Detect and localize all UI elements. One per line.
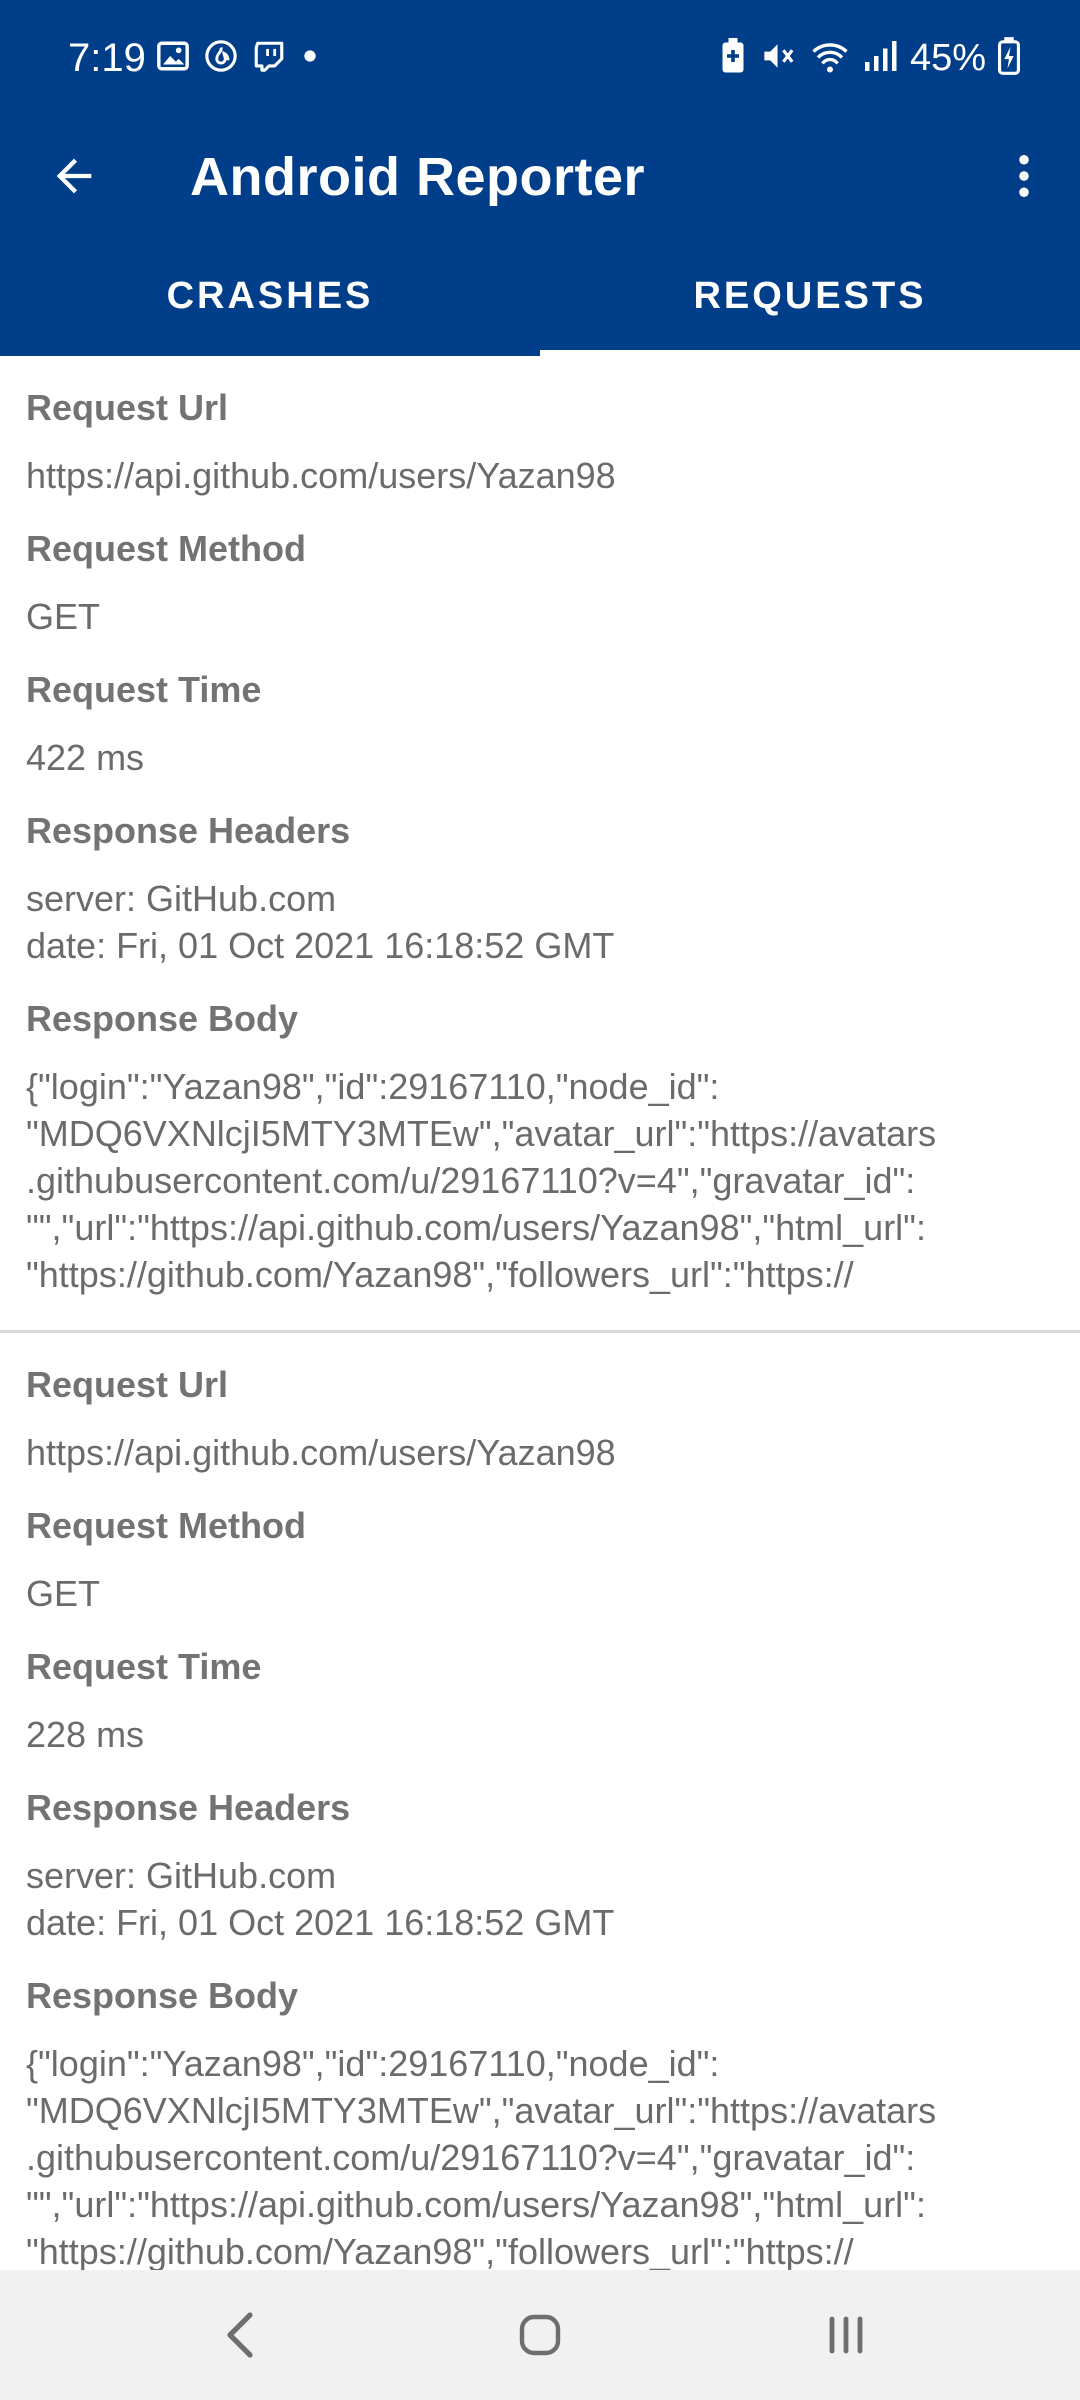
request-card[interactable]: Request Url https://api.github.com/users…: [0, 356, 1080, 1333]
twitch-icon: [252, 39, 286, 78]
status-notification-icons: [156, 36, 320, 80]
nav-back-button[interactable]: [200, 2295, 280, 2375]
battery-saver-icon: [718, 37, 748, 79]
nav-recents-icon: [829, 2316, 863, 2354]
status-time: 7:19: [68, 36, 146, 80]
wifi-icon: [810, 38, 850, 79]
app-bar: Android Reporter: [0, 116, 1080, 236]
status-bar: 7:19 45%: [0, 0, 1080, 116]
request-time-value: 422 ms: [26, 737, 145, 778]
back-button[interactable]: [42, 144, 106, 208]
tab-requests[interactable]: REQUESTS: [540, 236, 1080, 356]
request-method-value: GET: [26, 596, 101, 637]
response-headers-label: Response Headers: [26, 810, 351, 851]
screen: 7:19 45% Android Reporter CRASHES REQUES…: [0, 0, 1080, 2400]
response-body-value: {"login":"Yazan98","id":29167110,"node_i…: [26, 2043, 937, 2270]
nav-home-icon: [519, 2314, 561, 2356]
response-body-label: Response Body: [26, 1975, 299, 2016]
nav-back-icon: [227, 2312, 253, 2358]
request-url-label: Request Url: [26, 387, 229, 428]
response-headers-label: Response Headers: [26, 1787, 351, 1828]
arrow-left-icon: [56, 158, 92, 194]
overflow-menu-button[interactable]: [992, 144, 1056, 208]
request-time-label: Request Time: [26, 1646, 262, 1687]
tab-bar: CRASHES REQUESTS: [0, 236, 1080, 356]
requests-list[interactable]: Request Url https://api.github.com/users…: [0, 356, 1080, 2270]
flame-icon: [204, 39, 238, 78]
response-body-value: {"login":"Yazan98","id":29167110,"node_i…: [26, 1066, 937, 1295]
app-title: Android Reporter: [190, 147, 646, 207]
nav-home-button[interactable]: [500, 2295, 580, 2375]
request-method-label: Request Method: [26, 528, 307, 569]
request-url-value: https://api.github.com/users/Yazan98: [26, 1432, 616, 1473]
tab-crashes[interactable]: CRASHES: [0, 236, 540, 356]
request-url-label: Request Url: [26, 1364, 229, 1405]
request-method-label: Request Method: [26, 1505, 307, 1546]
tab-crashes-label: CRASHES: [166, 274, 374, 317]
tab-requests-label: REQUESTS: [693, 274, 927, 317]
mute-icon: [760, 38, 798, 79]
response-headers-value: server: GitHub.com date: Fri, 01 Oct 202…: [26, 878, 615, 966]
status-system-icons: 45%: [718, 30, 1020, 86]
system-nav-bar: [0, 2270, 1080, 2400]
request-method-value: GET: [26, 1573, 101, 1614]
battery-charging-icon: [998, 36, 1020, 80]
response-headers-value: server: GitHub.com date: Fri, 01 Oct 202…: [26, 1855, 615, 1943]
dot-icon: [300, 39, 320, 78]
battery-percentage: 45%: [909, 37, 986, 79]
request-time-value: 228 ms: [26, 1714, 145, 1755]
response-body-label: Response Body: [26, 998, 299, 1039]
image-icon: [156, 39, 190, 78]
request-url-value: https://api.github.com/users/Yazan98: [26, 455, 616, 496]
signal-icon: [862, 38, 898, 79]
request-time-label: Request Time: [26, 669, 262, 710]
more-vert-icon: [1019, 154, 1029, 198]
nav-recents-button[interactable]: [806, 2295, 886, 2375]
request-card[interactable]: Request Url https://api.github.com/users…: [0, 1333, 1080, 2270]
